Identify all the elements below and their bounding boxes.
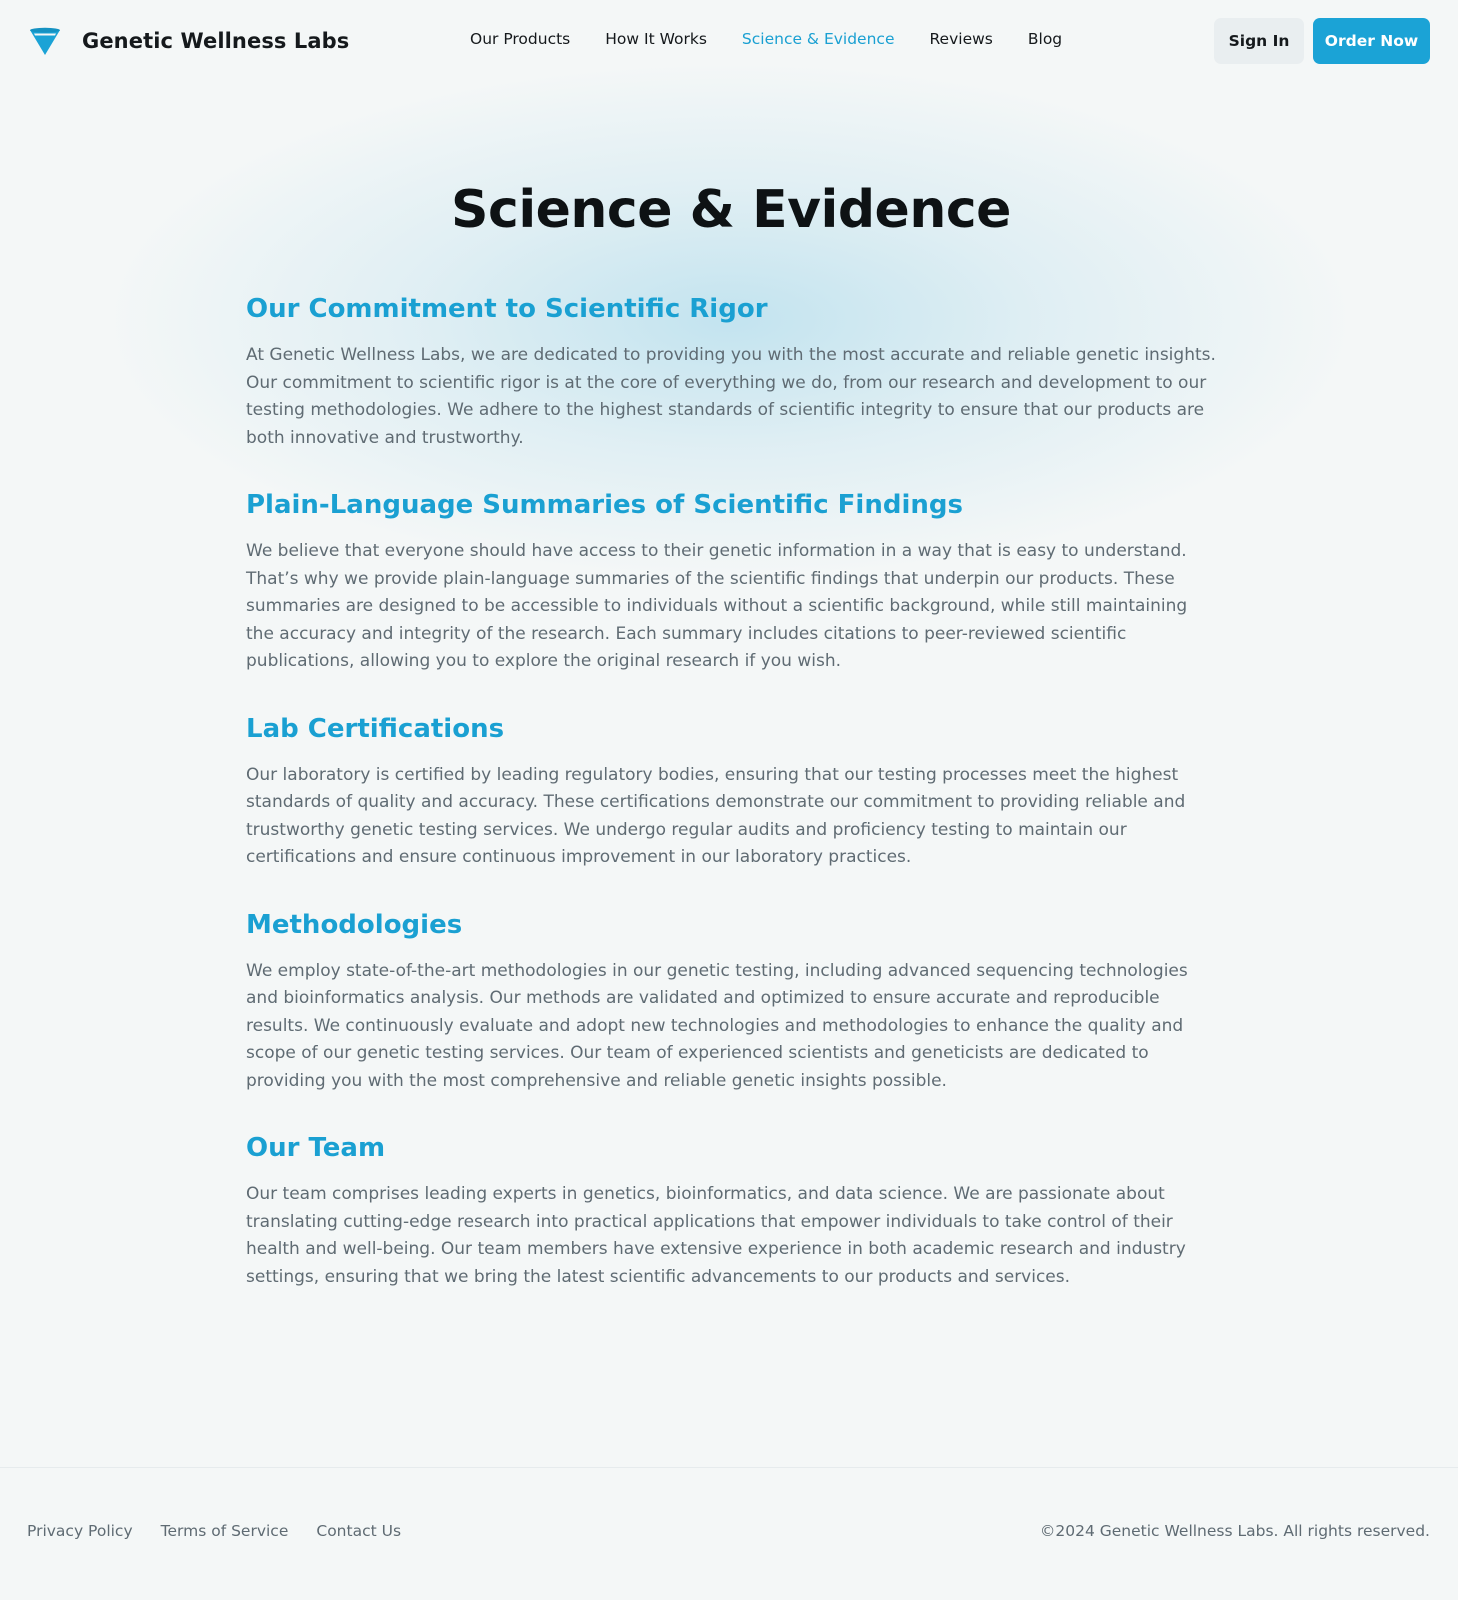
sign-in-button[interactable]: Sign In (1214, 18, 1304, 64)
section-plain-language-summaries: Plain-Language Summaries of Scientific F… (246, 490, 1216, 676)
nav-science-evidence[interactable]: Science & Evidence (742, 30, 895, 48)
footer-link-terms-of-service[interactable]: Terms of Service (161, 1522, 289, 1540)
section-heading: Methodologies (246, 909, 463, 940)
footer-link-privacy-policy[interactable]: Privacy Policy (27, 1522, 133, 1540)
section-heading: Lab Certifications (246, 713, 505, 744)
page-title: Science & Evidence (451, 180, 1011, 240)
main-content: Science & Evidence Our Commitment to Sci… (246, 180, 1216, 1329)
copyright-text: ©2024 Genetic Wellness Labs. All rights … (1039, 1522, 1430, 1540)
section-body: We believe that everyone should have acc… (246, 541, 1188, 671)
main-nav: Our Products How It Works Science & Evid… (470, 30, 1097, 48)
brand-name: Genetic Wellness Labs (82, 29, 350, 53)
nav-reviews[interactable]: Reviews (929, 30, 992, 48)
footer-link-contact-us[interactable]: Contact Us (316, 1522, 401, 1540)
order-now-button[interactable]: Order Now (1313, 18, 1430, 64)
nav-our-products[interactable]: Our Products (470, 30, 570, 48)
site-footer: Privacy Policy Terms of Service Contact … (0, 1522, 1458, 1552)
section-our-team: Our Team Our team comprises leading expe… (246, 1133, 1216, 1291)
footer-links: Privacy Policy Terms of Service Contact … (27, 1522, 429, 1540)
section-body: At Genetic Wellness Labs, we are dedicat… (246, 345, 1216, 448)
section-heading: Our Commitment to Scientific Rigor (246, 294, 768, 324)
section-body: We employ state-of-the-art methodologies… (246, 960, 1188, 1091)
nav-how-it-works[interactable]: How It Works (605, 30, 707, 48)
footer-divider (0, 1467, 1458, 1468)
nav-blog[interactable]: Blog (1028, 30, 1062, 48)
section-lab-certifications: Lab Certifications Our laboratory is cer… (246, 714, 1216, 872)
section-body: Our laboratory is certified by leading r… (246, 764, 1186, 868)
site-header: Genetic Wellness Labs Our Products How I… (0, 0, 1458, 82)
section-methodologies: Methodologies We employ state-of-the-art… (246, 910, 1216, 1096)
section-heading: Our Team (246, 1133, 386, 1163)
brand[interactable]: Genetic Wellness Labs (28, 24, 349, 58)
section-scientific-rigor: Our Commitment to Scientific Rigor At Ge… (246, 294, 1216, 452)
funnel-logo-icon (30, 27, 60, 55)
section-heading: Plain-Language Summaries of Scientific F… (246, 490, 963, 520)
section-body: Our team comprises leading experts in ge… (246, 1184, 1186, 1287)
